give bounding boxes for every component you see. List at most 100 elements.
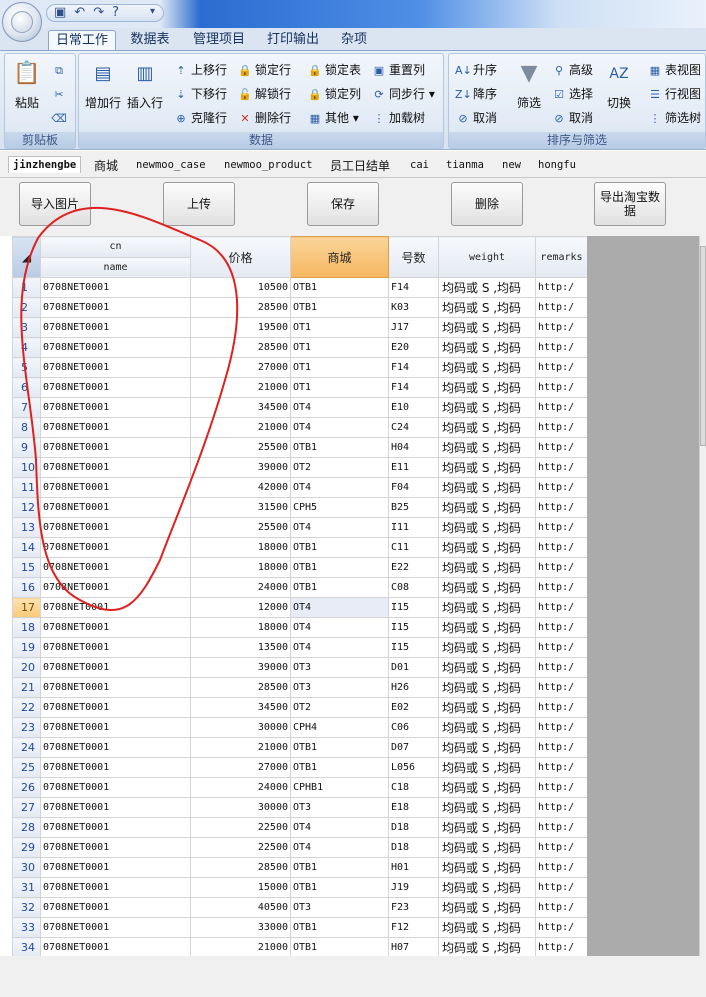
row-view-button[interactable]: ☰ 行视图: [647, 84, 701, 104]
table-row[interactable]: 6 0708NET0001 21000 OT1 F14 均码或 S ,均码 http:/: [12, 377, 587, 398]
row-number[interactable]: 19: [12, 637, 41, 658]
tab-data-table[interactable]: 数据表: [122, 30, 178, 51]
paste-button[interactable]: 📋 粘贴: [9, 58, 45, 111]
row-number[interactable]: 20: [12, 657, 41, 678]
cell-number[interactable]: H26: [388, 677, 439, 698]
sheet-tab-mall[interactable]: 商城: [94, 157, 118, 174]
cell-name[interactable]: 0708NET0001: [40, 677, 191, 698]
move-up-button[interactable]: ⇡ 上移行: [173, 60, 227, 80]
row-number[interactable]: 5: [12, 357, 41, 378]
cell-weight[interactable]: 均码或 S ,均码: [438, 277, 536, 298]
cell-remarks[interactable]: http:/: [535, 857, 587, 878]
cell-name[interactable]: 0708NET0001: [40, 297, 191, 318]
cell-price[interactable]: 21000: [190, 737, 291, 758]
sheet-tab-tianma[interactable]: tianma: [446, 159, 484, 171]
cell-remarks[interactable]: http:/: [535, 597, 587, 618]
cell-remarks[interactable]: http:/: [535, 517, 587, 538]
sheet-tab-new[interactable]: new: [502, 159, 521, 171]
lock-col-button[interactable]: 🔒 锁定列: [307, 84, 361, 104]
cell-remarks[interactable]: http:/: [535, 677, 587, 698]
cell-weight[interactable]: 均码或 S ,均码: [438, 817, 536, 838]
move-down-button[interactable]: ⇣ 下移行: [173, 84, 227, 104]
advanced-filter-button[interactable]: ⚲ 高级: [551, 60, 593, 80]
cell-mall[interactable]: OTB1: [290, 297, 389, 318]
cell-number[interactable]: C08: [388, 577, 439, 598]
cell-number[interactable]: C06: [388, 717, 439, 738]
cell-number[interactable]: E18: [388, 797, 439, 818]
filter-tree-button[interactable]: ⋮ 筛选树: [647, 108, 702, 128]
table-row[interactable]: 32 0708NET0001 40500 OT3 F23 均码或 S ,均码 http:/: [12, 897, 587, 918]
row-number[interactable]: 18: [12, 617, 41, 638]
filter-button[interactable]: ▼ 筛选: [509, 58, 549, 111]
cell-name[interactable]: 0708NET0001: [40, 657, 191, 678]
cell-number[interactable]: F23: [388, 897, 439, 918]
clone-row-button[interactable]: ⊕ 克隆行: [173, 108, 227, 128]
row-number[interactable]: 34: [12, 937, 41, 956]
cell-mall[interactable]: OTB1: [290, 577, 389, 598]
cell-remarks[interactable]: http:/: [535, 617, 587, 638]
cell-price[interactable]: 22500: [190, 837, 291, 858]
qat-customize-icon[interactable]: ▾: [150, 6, 155, 17]
cell-number[interactable]: I15: [388, 637, 439, 658]
cell-remarks[interactable]: http:/: [535, 817, 587, 838]
cell-name[interactable]: 0708NET0001: [40, 377, 191, 398]
cell-price[interactable]: 34500: [190, 397, 291, 418]
row-number[interactable]: 30: [12, 857, 41, 878]
cell-number[interactable]: D18: [388, 817, 439, 838]
row-number[interactable]: 6: [12, 377, 41, 398]
cell-number[interactable]: C24: [388, 417, 439, 438]
table-row[interactable]: 16 0708NET0001 24000 OTB1 C08 均码或 S ,均码 http:/: [12, 577, 587, 598]
cell-remarks[interactable]: http:/: [535, 437, 587, 458]
cell-mall[interactable]: OTB1: [290, 557, 389, 578]
cell-number[interactable]: B25: [388, 497, 439, 518]
cell-name[interactable]: 0708NET0001: [40, 637, 191, 658]
table-row[interactable]: 3 0708NET0001 19500 OT1 J17 均码或 S ,均码 http:/: [12, 317, 587, 338]
cell-price[interactable]: 18000: [190, 617, 291, 638]
row-number[interactable]: 7: [12, 397, 41, 418]
column-header-mall[interactable]: 商城: [290, 236, 389, 278]
cell-remarks[interactable]: http:/: [535, 657, 587, 678]
cell-name[interactable]: 0708NET0001: [40, 317, 191, 338]
select-all-corner[interactable]: ◢: [12, 236, 41, 278]
cell-weight[interactable]: 均码或 S ,均码: [438, 717, 536, 738]
cell-remarks[interactable]: http:/: [535, 277, 587, 298]
cell-price[interactable]: 34500: [190, 697, 291, 718]
cell-name[interactable]: 0708NET0001: [40, 857, 191, 878]
cell-weight[interactable]: 均码或 S ,均码: [438, 537, 536, 558]
cell-weight[interactable]: 均码或 S ,均码: [438, 897, 536, 918]
cell-number[interactable]: J17: [388, 317, 439, 338]
cell-price[interactable]: 27000: [190, 757, 291, 778]
table-row[interactable]: 19 0708NET0001 13500 OT4 I15 均码或 S ,均码 http:/: [12, 637, 587, 658]
cell-remarks[interactable]: http:/: [535, 737, 587, 758]
cell-number[interactable]: F14: [388, 357, 439, 378]
cell-number[interactable]: K03: [388, 297, 439, 318]
cell-price[interactable]: 24000: [190, 577, 291, 598]
cell-remarks[interactable]: http:/: [535, 937, 587, 956]
table-row[interactable]: 7 0708NET0001 34500 OT4 E10 均码或 S ,均码 http:/: [12, 397, 587, 418]
help-icon[interactable]: ?: [112, 5, 119, 21]
save-button[interactable]: 保存: [307, 182, 379, 226]
cell-number[interactable]: I15: [388, 617, 439, 638]
cell-price[interactable]: 12000: [190, 597, 291, 618]
sheet-tab-daily-report[interactable]: 员工日结单: [330, 157, 390, 174]
cell-number[interactable]: C11: [388, 537, 439, 558]
cell-weight[interactable]: 均码或 S ,均码: [438, 517, 536, 538]
delete-button[interactable]: 删除: [451, 182, 523, 226]
cell-price[interactable]: 15000: [190, 877, 291, 898]
table-row[interactable]: 23 0708NET0001 30000 CPH4 C06 均码或 S ,均码 http:/: [12, 717, 587, 738]
cell-number[interactable]: E22: [388, 557, 439, 578]
column-header-weight[interactable]: weight: [438, 236, 536, 278]
table-row[interactable]: 10 0708NET0001 39000 OT2 E11 均码或 S ,均码 http:/: [12, 457, 587, 478]
cell-remarks[interactable]: http:/: [535, 357, 587, 378]
row-number[interactable]: 21: [12, 677, 41, 698]
cell-remarks[interactable]: http:/: [535, 837, 587, 858]
cell-mall[interactable]: OTB1: [290, 937, 389, 956]
cell-remarks[interactable]: http:/: [535, 477, 587, 498]
sort-cancel-button[interactable]: ⊘ 取消: [455, 108, 497, 128]
table-row[interactable]: 30 0708NET0001 28500 OTB1 H01 均码或 S ,均码 http:/: [12, 857, 587, 878]
cell-mall[interactable]: OTB1: [290, 917, 389, 938]
upload-button[interactable]: 上传: [163, 182, 235, 226]
row-number[interactable]: 23: [12, 717, 41, 738]
cell-mall[interactable]: OT3: [290, 677, 389, 698]
table-row[interactable]: 2 0708NET0001 28500 OTB1 K03 均码或 S ,均码 http:/: [12, 297, 587, 318]
